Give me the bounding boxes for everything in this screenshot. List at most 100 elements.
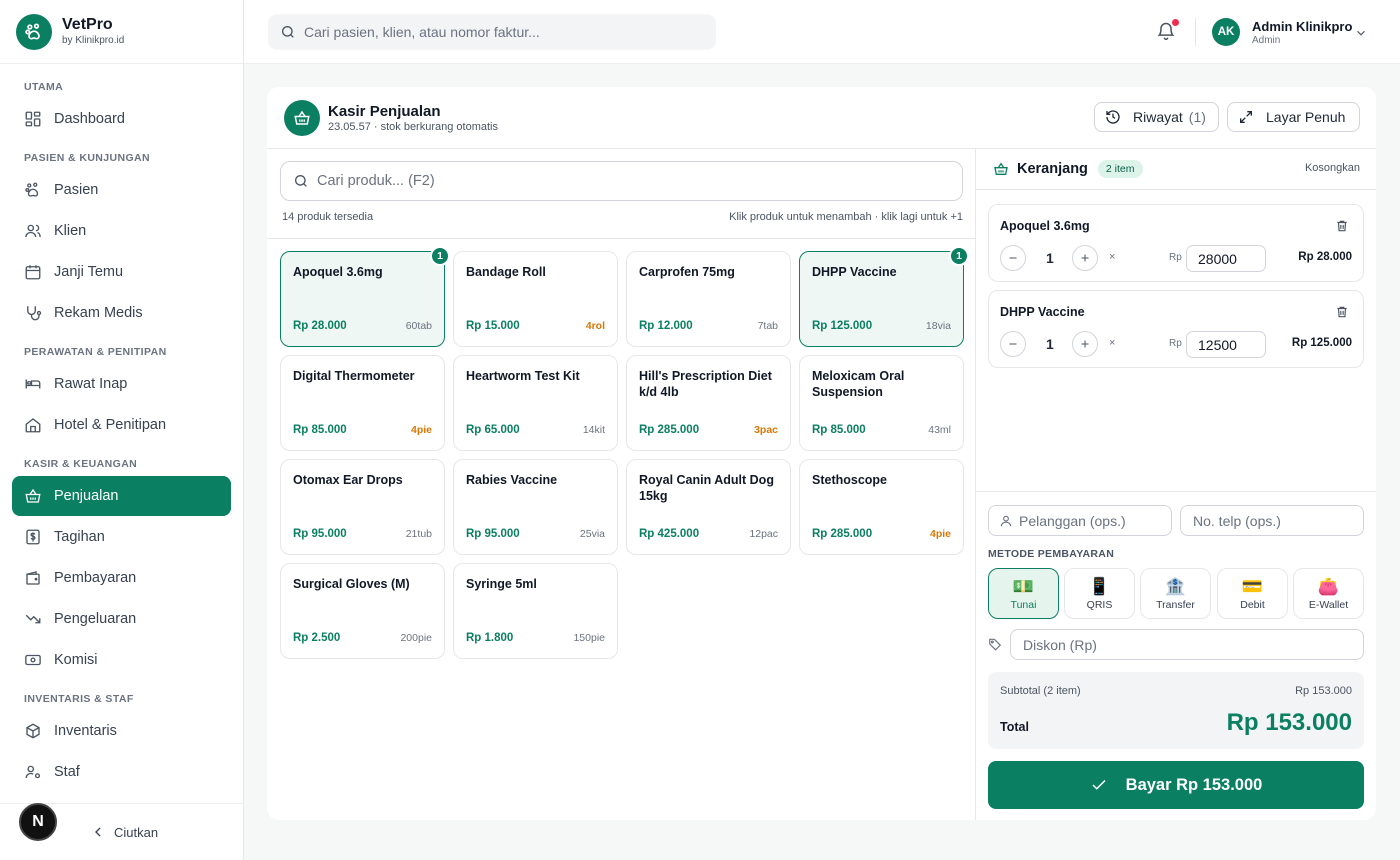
users-icon bbox=[25, 224, 41, 238]
sidebar-item-pasien[interactable]: Pasien bbox=[12, 170, 231, 210]
phone-input[interactable] bbox=[1193, 512, 1333, 529]
discount-input[interactable] bbox=[1023, 636, 1323, 653]
collapse-sidebar-button[interactable]: Ciutkan bbox=[90, 824, 158, 840]
sidebar-item-komisi[interactable]: Komisi bbox=[12, 640, 231, 680]
product-stock: 60tab bbox=[405, 320, 432, 332]
product-card[interactable]: Rabies Vaccine Rp 95.000 25via bbox=[453, 459, 618, 555]
avatar[interactable]: AK bbox=[1212, 18, 1240, 46]
discount-field[interactable] bbox=[1010, 629, 1364, 660]
sidebar-item-rawat-inap[interactable]: Rawat Inap bbox=[12, 364, 231, 404]
product-card[interactable]: Stethoscope Rp 285.000 4pie bbox=[799, 459, 964, 555]
payment-method-label: E-Wallet bbox=[1308, 598, 1349, 611]
sidebar-nav: UTAMA Dashboard PASIEN & KUNJUNGAN Pasie… bbox=[0, 64, 243, 792]
payment-method-debit[interactable]: 💳 Debit bbox=[1217, 568, 1288, 619]
brand[interactable]: VetPro by Klinikpro.id bbox=[0, 0, 243, 64]
total-value: Rp 153.000 bbox=[1226, 709, 1352, 736]
unit-price-input[interactable] bbox=[1186, 245, 1266, 272]
sidebar-item-pembayaran[interactable]: Pembayaran bbox=[12, 558, 231, 598]
fullscreen-button[interactable]: Layar Penuh bbox=[1227, 102, 1360, 132]
decrease-qty-button[interactable] bbox=[1000, 245, 1026, 271]
phone-field[interactable] bbox=[1180, 505, 1364, 536]
product-card[interactable]: Bandage Roll Rp 15.000 4rol bbox=[453, 251, 618, 347]
pay-button[interactable]: Bayar Rp 153.000 bbox=[988, 761, 1364, 809]
cart-item-total: Rp 28.000 bbox=[1298, 251, 1352, 263]
sidebar-item-inventaris[interactable]: Inventaris bbox=[12, 711, 231, 751]
product-card[interactable]: Heartworm Test Kit Rp 65.000 14kit bbox=[453, 355, 618, 451]
product-card[interactable]: Syringe 5ml Rp 1.800 150pie bbox=[453, 563, 618, 659]
product-stock: 7tab bbox=[757, 320, 778, 332]
product-stock: 4pie bbox=[929, 528, 951, 540]
trash-icon[interactable] bbox=[1335, 305, 1349, 319]
product-name: Apoquel 3.6mg bbox=[293, 265, 383, 279]
product-card[interactable]: Carprofen 75mg Rp 12.000 7tab bbox=[626, 251, 791, 347]
product-card[interactable]: Surgical Gloves (M) Rp 2.500 200pie bbox=[280, 563, 445, 659]
sidebar-item-label: Janji Temu bbox=[54, 264, 124, 280]
user-role: Admin bbox=[1252, 35, 1281, 46]
products-hint: Klik produk untuk menambah · klik lagi u… bbox=[729, 211, 963, 223]
product-search-input[interactable] bbox=[317, 173, 917, 189]
payment-method-transfer[interactable]: 🏦 Transfer bbox=[1140, 568, 1211, 619]
product-price: Rp 95.000 bbox=[466, 528, 520, 540]
stethoscope-icon bbox=[27, 306, 42, 321]
notifications-button[interactable] bbox=[1156, 19, 1179, 41]
global-search-input[interactable] bbox=[304, 24, 704, 40]
product-stock: 21tub bbox=[405, 528, 432, 540]
decrease-qty-button[interactable] bbox=[1000, 331, 1026, 357]
sidebar-item-tagihan[interactable]: Tagihan bbox=[12, 517, 231, 557]
grid-icon bbox=[25, 111, 41, 127]
history-button[interactable]: Riwayat (1) bbox=[1094, 102, 1219, 132]
product-card[interactable]: Hill's Prescription Diet k/d 4lb Rp 285.… bbox=[626, 355, 791, 451]
sidebar-item-staf[interactable]: Staf bbox=[12, 752, 231, 792]
payment-method-qris[interactable]: 📱 QRIS bbox=[1064, 568, 1135, 619]
cart-qty-badge: 1 bbox=[430, 246, 450, 266]
sidebar-item-klien[interactable]: Klien bbox=[12, 211, 231, 251]
customer-input[interactable] bbox=[1019, 512, 1159, 529]
product-search[interactable] bbox=[280, 161, 963, 201]
payment-method-ewallet[interactable]: 👛 E-Wallet bbox=[1293, 568, 1364, 619]
payment-method-tunai[interactable]: 💵 Tunai bbox=[988, 568, 1059, 619]
product-card[interactable]: Apoquel 3.6mg Rp 28.000 60tab 1 bbox=[280, 246, 450, 347]
sidebar-item-label: Inventaris bbox=[54, 723, 117, 739]
clear-cart-button[interactable]: Kosongkan bbox=[1305, 162, 1360, 174]
cart-count-badge: 2 item bbox=[1097, 160, 1143, 178]
sidebar-item-penjualan[interactable]: Penjualan bbox=[12, 476, 231, 516]
increase-qty-button[interactable] bbox=[1072, 245, 1098, 271]
product-card[interactable]: Digital Thermometer Rp 85.000 4pie bbox=[280, 355, 445, 451]
search-icon bbox=[282, 26, 294, 38]
wallet-icon bbox=[26, 571, 40, 585]
sidebar-item-janji-temu[interactable]: Janji Temu bbox=[12, 252, 231, 292]
chevron-down-icon[interactable] bbox=[1354, 26, 1368, 40]
brand-name: VetPro bbox=[62, 16, 113, 33]
customer-field[interactable] bbox=[988, 505, 1172, 536]
product-name: Heartworm Test Kit bbox=[466, 369, 580, 383]
cart-panel: Keranjang 2 item Kosongkan Apoquel 3.6mg… bbox=[975, 149, 1376, 820]
user-name[interactable]: Admin Klinikpro bbox=[1252, 19, 1352, 34]
dev-tools-badge[interactable]: N bbox=[19, 803, 57, 841]
product-card[interactable]: DHPP Vaccine Rp 125.000 18via 1 bbox=[799, 246, 969, 347]
expand-icon bbox=[1240, 111, 1252, 123]
cart-item-qty: 1 bbox=[1046, 250, 1054, 266]
sidebar-item-rekam-medis[interactable]: Rekam Medis bbox=[12, 293, 231, 333]
sidebar-item-pengeluaran[interactable]: Pengeluaran bbox=[12, 599, 231, 639]
product-name: Syringe 5ml bbox=[466, 577, 537, 591]
cart-items: Apoquel 3.6mg 1 × Rp Rp 28.000 DHPP Vacc… bbox=[976, 189, 1376, 368]
trash-icon[interactable] bbox=[1335, 219, 1349, 233]
unit-price-input[interactable] bbox=[1186, 331, 1266, 358]
invoice-icon bbox=[26, 529, 40, 545]
home-icon bbox=[25, 418, 41, 433]
product-card[interactable]: Meloxicam Oral Suspension Rp 85.000 43ml bbox=[799, 355, 964, 451]
box-icon bbox=[26, 723, 40, 739]
increase-qty-button[interactable] bbox=[1072, 331, 1098, 357]
product-stock: 12pac bbox=[749, 528, 778, 540]
product-name: Stethoscope bbox=[812, 473, 888, 487]
sidebar-item-label: Pembayaran bbox=[54, 570, 137, 586]
product-stock: 18via bbox=[925, 320, 951, 332]
product-card[interactable]: Otomax Ear Drops Rp 95.000 21tub bbox=[280, 459, 445, 555]
product-name: Bandage Roll bbox=[466, 265, 546, 279]
page-title: Kasir Penjualan bbox=[328, 103, 441, 120]
total-label: Total bbox=[1000, 720, 1029, 734]
product-card[interactable]: Royal Canin Adult Dog 15kg Rp 425.000 12… bbox=[626, 459, 791, 555]
sidebar-item-hotel-penitipan[interactable]: Hotel & Penitipan bbox=[12, 405, 231, 445]
global-search[interactable] bbox=[268, 14, 716, 50]
sidebar-item-dashboard[interactable]: Dashboard bbox=[12, 99, 231, 139]
